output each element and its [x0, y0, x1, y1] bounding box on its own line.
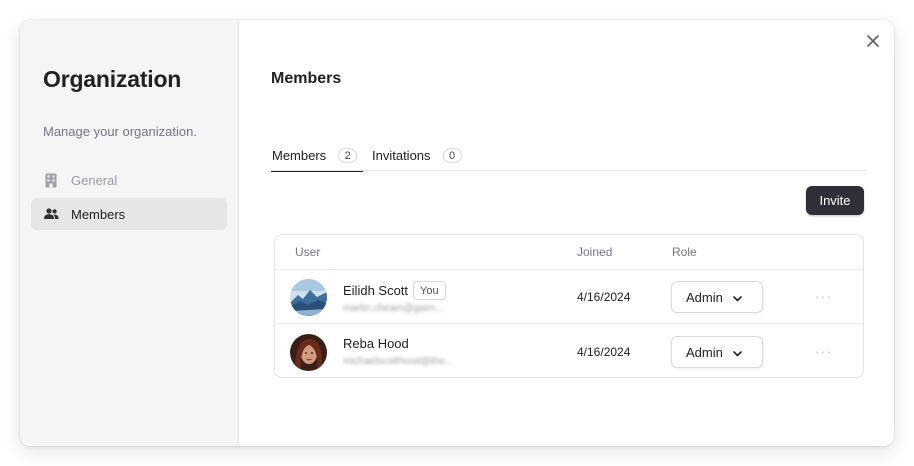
tab-invitations[interactable]: Invitations 0	[371, 140, 462, 171]
tab-label: Invitations	[372, 148, 431, 163]
table-row: Reba Hood michaelscotthood@the... 4/16/2…	[275, 325, 863, 377]
tab-bar: Members 2 Invitations 0	[271, 140, 867, 172]
organization-modal: Organization Manage your organization. G…	[20, 20, 894, 446]
tab-count-badge: 2	[338, 148, 358, 163]
chevron-down-icon	[733, 290, 742, 305]
sidebar-item-general[interactable]: General	[31, 164, 227, 196]
sidebar: Organization Manage your organization. G…	[20, 20, 239, 446]
member-name-text: Eilidh Scott	[343, 283, 409, 298]
avatar	[290, 279, 327, 316]
chevron-down-icon	[733, 345, 742, 360]
table-header: User Joined Role	[275, 235, 863, 270]
joined-date: 4/16/2024	[577, 345, 631, 359]
sidebar-title: Organization	[43, 66, 182, 92]
building-icon	[31, 173, 71, 188]
you-badge: You	[413, 281, 446, 300]
column-header-role: Role	[672, 245, 697, 259]
members-table: User Joined Role Eilidh Scott You martin…	[274, 234, 864, 378]
column-header-user: User	[295, 245, 321, 259]
close-button[interactable]	[863, 33, 883, 53]
sidebar-item-members[interactable]: Members	[31, 198, 227, 230]
invite-button[interactable]: Invite	[806, 186, 864, 215]
role-value: Admin	[686, 289, 723, 305]
role-select[interactable]: Admin	[671, 336, 763, 368]
more-options-icon[interactable]: ···	[815, 288, 832, 304]
member-name: Reba Hood	[343, 336, 409, 351]
close-icon	[867, 34, 879, 52]
member-email: michaelscotthood@the...	[343, 356, 454, 367]
column-header-joined: Joined	[577, 245, 613, 259]
sidebar-item-label: General	[71, 172, 118, 188]
tab-members[interactable]: Members 2	[271, 140, 363, 172]
tab-label: Members	[272, 148, 327, 163]
joined-date: 4/16/2024	[577, 290, 631, 304]
role-select[interactable]: Admin	[671, 281, 763, 313]
users-icon	[31, 208, 71, 220]
page-title: Members	[271, 70, 342, 87]
sidebar-description: Manage your organization.	[43, 124, 197, 139]
role-value: Admin	[686, 344, 723, 360]
more-options-icon[interactable]: ···	[815, 343, 832, 359]
member-name-text: Reba Hood	[343, 336, 409, 351]
member-name: Eilidh Scott You	[343, 281, 446, 300]
sidebar-item-label: Members	[71, 206, 126, 222]
table-row: Eilidh Scott You martin.cheam@gaim... 4/…	[275, 270, 863, 324]
avatar	[290, 334, 327, 371]
tab-count-badge: 0	[442, 148, 462, 163]
member-email: martin.cheam@gaim...	[343, 303, 444, 314]
